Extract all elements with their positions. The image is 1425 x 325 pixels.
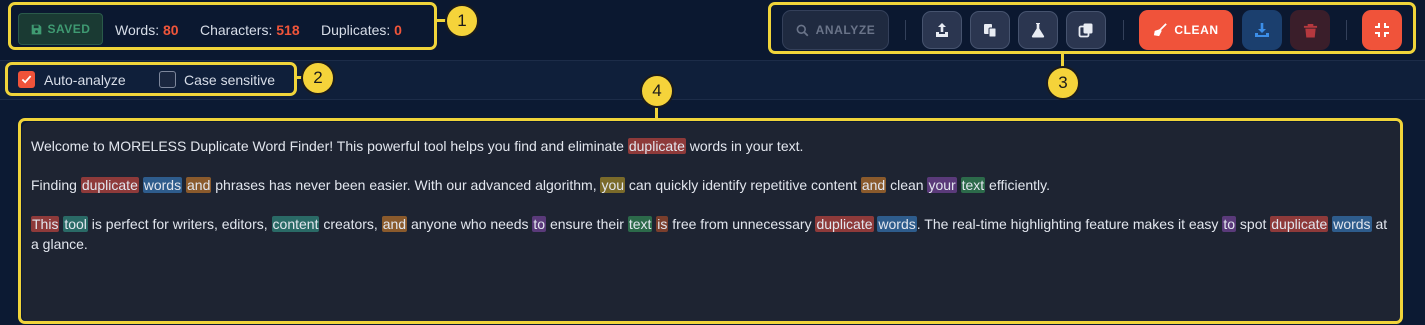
callout-box-actions: [768, 2, 1416, 54]
callout-badge: 2: [301, 61, 335, 95]
callout-badge: 1: [445, 4, 479, 38]
callout-badge: 4: [640, 74, 674, 108]
callout-box-options: [5, 62, 297, 96]
callout-connector: [655, 106, 658, 120]
callout-box-stats: [8, 2, 437, 50]
callout-box-editor: [18, 118, 1403, 324]
callout-badge: 3: [1046, 66, 1080, 100]
